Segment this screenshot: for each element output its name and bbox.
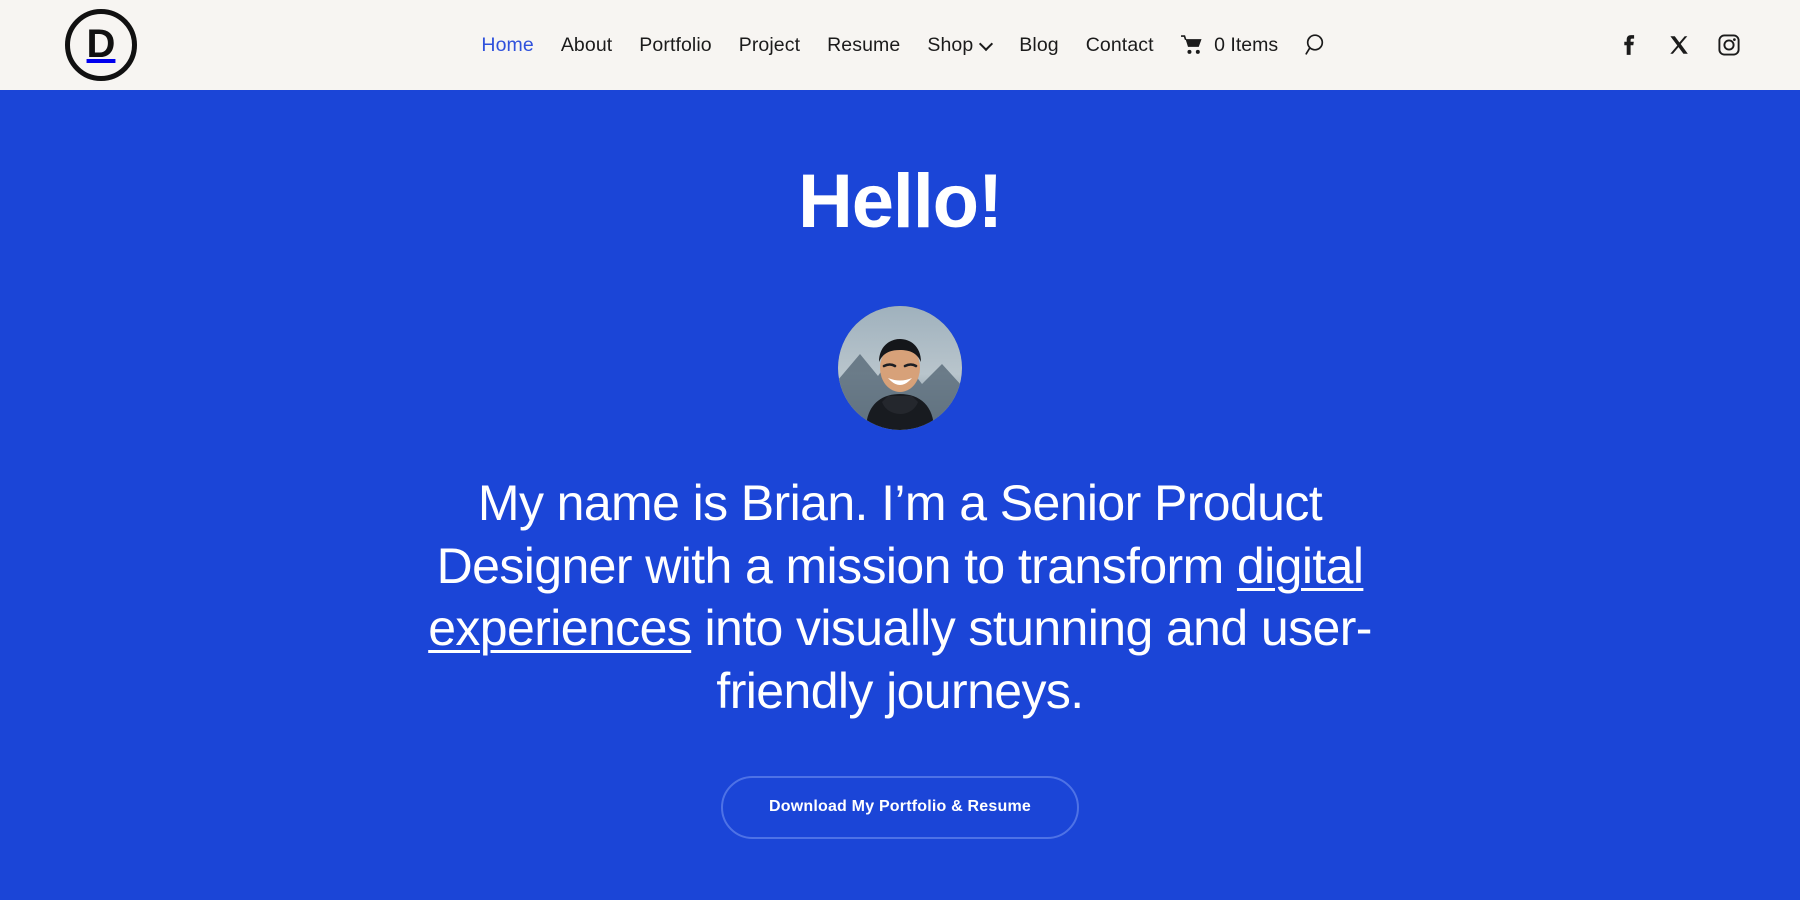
nav-item-resume[interactable]: Resume — [814, 34, 914, 57]
portrait-photo-icon — [838, 306, 962, 430]
avatar — [838, 306, 962, 430]
nav-item-label: Home — [481, 33, 534, 56]
nav-item-portfolio[interactable]: Portfolio — [626, 34, 725, 57]
site-header: D Home About Portfolio Project Resume Sh… — [0, 0, 1800, 90]
nav-item-contact[interactable]: Contact — [1072, 34, 1167, 57]
nav-item-label: Blog — [1019, 33, 1059, 56]
cart-link[interactable]: 0 Items — [1167, 34, 1288, 57]
nav-item-about[interactable]: About — [547, 34, 625, 57]
nav-item-label: Portfolio — [639, 33, 712, 56]
nav-item-shop[interactable]: Shop — [914, 34, 1006, 57]
instagram-link[interactable] — [1716, 32, 1742, 58]
circled-d-logo-icon: D — [65, 9, 137, 81]
nav-item-label: Shop — [927, 33, 974, 56]
search-icon — [1305, 34, 1324, 55]
chevron-down-icon — [981, 38, 992, 49]
instagram-icon — [1718, 34, 1740, 56]
nav-item-home[interactable]: Home — [468, 34, 547, 57]
nav-item-project[interactable]: Project — [725, 34, 813, 57]
nav-item-blog[interactable]: Blog — [1006, 34, 1072, 57]
page-title: Hello! — [798, 159, 1003, 244]
hero-section: Hello! My name is Brian. I’m a Senior Pr… — [0, 90, 1800, 900]
x-twitter-link[interactable] — [1666, 32, 1692, 58]
site-logo[interactable]: D — [62, 6, 140, 84]
search-button[interactable] — [1302, 30, 1332, 60]
social-links — [1616, 32, 1742, 58]
shopping-cart-icon — [1181, 35, 1202, 54]
hero-lead-part2: into visually stunning and user-friendly… — [691, 600, 1372, 719]
hero-lead-text: My name is Brian. I’m a Senior Product D… — [390, 472, 1410, 722]
nav-item-label: Project — [738, 33, 801, 56]
main-navigation: Home About Portfolio Project Resume Shop… — [0, 0, 1800, 90]
hero-lead-part1: My name is Brian. I’m a Senior Product D… — [436, 475, 1323, 594]
x-twitter-icon — [1670, 36, 1688, 54]
nav-item-label: Contact — [1085, 33, 1154, 56]
facebook-icon — [1624, 35, 1635, 55]
facebook-link[interactable] — [1616, 32, 1642, 58]
nav-item-label: About — [560, 33, 613, 56]
download-portfolio-resume-button[interactable]: Download My Portfolio & Resume — [720, 776, 1079, 839]
nav-item-label: Resume — [827, 33, 901, 56]
cart-count-label: 0 Items — [1214, 33, 1279, 56]
cta-container: Download My Portfolio & Resume — [0, 776, 1800, 839]
